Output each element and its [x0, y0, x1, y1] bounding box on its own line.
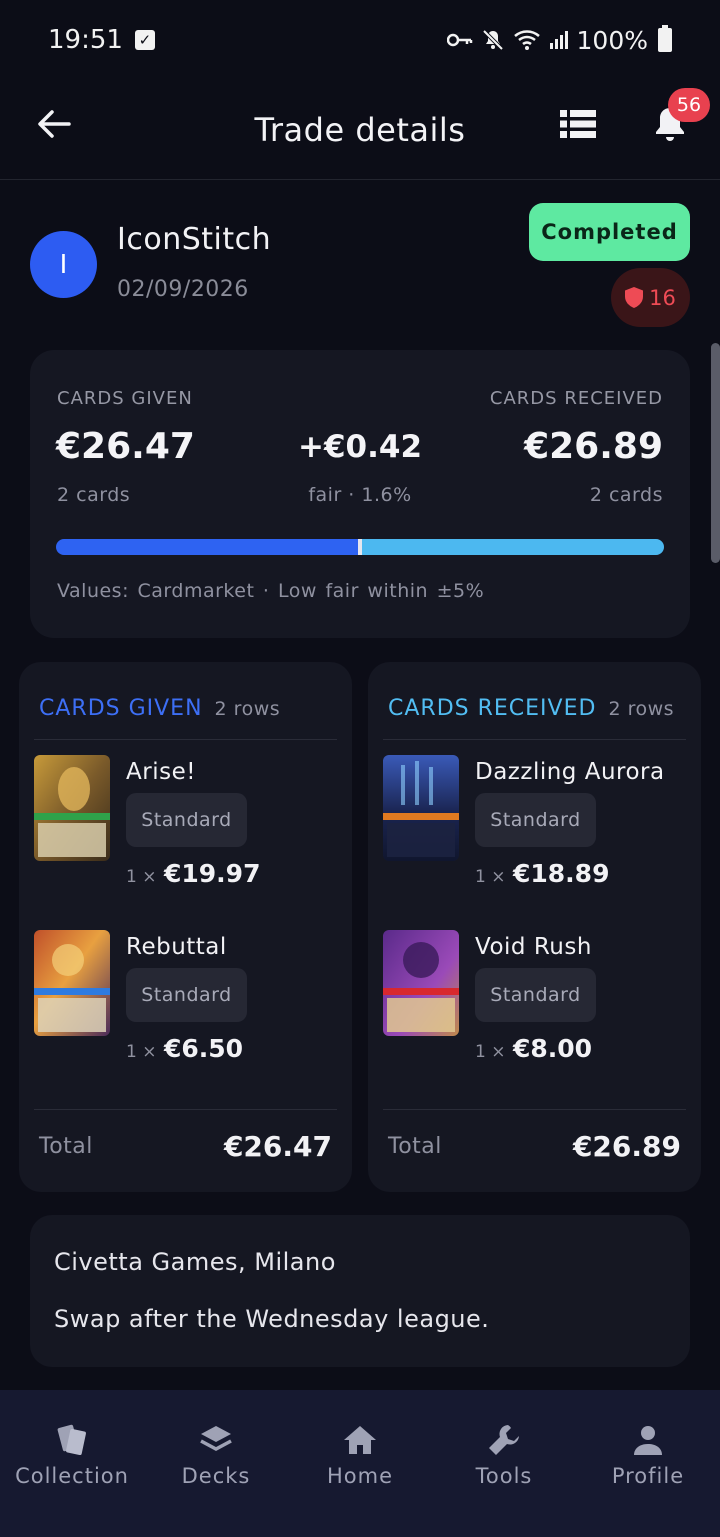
trade-location: Civetta Games, Milano: [54, 1248, 336, 1276]
quantity: 1 ×: [126, 1042, 157, 1062]
nav-label: Tools: [475, 1464, 533, 1488]
divider: [383, 1109, 686, 1110]
reputation-badge[interactable]: 16: [611, 268, 690, 327]
nav-home[interactable]: Home: [288, 1420, 432, 1500]
card-price: €19.97: [164, 859, 261, 888]
nav-label: Decks: [181, 1464, 251, 1488]
given-label: CARDS GIVEN: [57, 388, 193, 409]
status-badge: Completed: [529, 203, 690, 261]
list-item[interactable]: Rebuttal Standard 1 × €6.50: [34, 930, 344, 1080]
wifi-icon: [513, 30, 540, 50]
variant-chip: Standard: [126, 793, 247, 847]
list-view-button[interactable]: [556, 102, 600, 146]
nav-label: Home: [326, 1464, 393, 1488]
received-label: CARDS RECEIVED: [489, 388, 663, 409]
trade-notes: Civetta Games, Milano Swap after the Wed…: [30, 1215, 690, 1367]
variant-chip: Standard: [126, 968, 247, 1022]
mute-icon: [482, 29, 503, 51]
card-thumbnail[interactable]: [383, 930, 459, 1036]
scrollbar[interactable]: [711, 343, 720, 563]
divider: [34, 739, 337, 740]
row-count: 2 rows: [214, 698, 281, 720]
list-icon: [560, 110, 596, 138]
received-share-bar: [361, 539, 664, 555]
status-time: 19:51: [48, 25, 123, 55]
card-name: Rebuttal: [126, 934, 227, 960]
card-price: €18.89: [513, 859, 610, 888]
panel-title: CARDS GIVEN: [39, 696, 203, 721]
card-thumbnail[interactable]: [34, 930, 110, 1036]
total-label: Total: [39, 1134, 93, 1159]
card-name: Dazzling Aurora: [475, 759, 665, 785]
key-icon: [446, 33, 472, 47]
divider: [34, 1109, 337, 1110]
cards-given-panel: CARDS GIVEN 2 rows Arise! Standard 1 × €…: [19, 662, 352, 1192]
nav-collection[interactable]: Collection: [0, 1420, 144, 1500]
values-source: Values: Cardmarket · Low fair within ±5%: [57, 580, 485, 602]
trade-date: 02/09/2026: [117, 277, 249, 302]
quantity: 1 ×: [126, 867, 157, 887]
trade-summary: CARDS GIVEN CARDS RECEIVED €26.47 +€0.42…: [30, 350, 690, 638]
row-count: 2 rows: [608, 698, 675, 720]
total-value: €26.47: [223, 1130, 332, 1163]
person-icon: [631, 1420, 665, 1460]
status-bar: 19:51 ✓ 100%: [0, 0, 720, 80]
check-icon: ✓: [134, 30, 155, 50]
card-price: €8.00: [513, 1034, 593, 1063]
quantity: 1 ×: [475, 1042, 506, 1062]
page-title: Trade details: [254, 110, 466, 149]
arrow-left-icon: [38, 110, 71, 138]
back-button[interactable]: [32, 102, 76, 146]
given-share-bar: [56, 539, 358, 555]
card-thumbnail[interactable]: [383, 755, 459, 861]
nav-label: Profile: [611, 1464, 685, 1488]
divider: [383, 739, 686, 740]
cards-received-panel: CARDS RECEIVED 2 rows Dazzling Aurora St…: [368, 662, 701, 1192]
panel-title: CARDS RECEIVED: [388, 696, 597, 721]
list-item[interactable]: Void Rush Standard 1 × €8.00: [383, 930, 693, 1080]
notification-badge: 56: [668, 88, 710, 122]
trade-note: Swap after the Wednesday league.: [54, 1305, 490, 1333]
balance-bar: [56, 539, 664, 555]
quantity: 1 ×: [475, 867, 506, 887]
wrench-icon: [486, 1420, 522, 1460]
reputation-value: 16: [649, 285, 676, 310]
bottom-navigation: Collection Decks Home Tools Profile: [0, 1390, 720, 1537]
app-bar: Trade details: [0, 80, 720, 180]
total-value: €26.89: [572, 1130, 681, 1163]
list-item[interactable]: Dazzling Aurora Standard 1 × €18.89: [383, 755, 693, 905]
received-count: 2 cards: [589, 484, 663, 506]
received-value: €26.89: [524, 426, 663, 467]
partner-name[interactable]: IconStitch: [117, 222, 271, 257]
variant-chip: Standard: [475, 968, 596, 1022]
home-icon: [342, 1420, 378, 1460]
avatar[interactable]: I: [30, 231, 97, 298]
nav-profile[interactable]: Profile: [576, 1420, 720, 1500]
card-name: Arise!: [126, 759, 196, 785]
cards-icon: [54, 1420, 90, 1460]
card-thumbnail[interactable]: [34, 755, 110, 861]
card-name: Void Rush: [475, 934, 592, 960]
nav-tools[interactable]: Tools: [432, 1420, 576, 1500]
card-price: €6.50: [164, 1034, 244, 1063]
nav-label: Collection: [15, 1464, 129, 1488]
battery-percent: 100%: [576, 25, 648, 55]
battery-icon: [658, 25, 672, 52]
variant-chip: Standard: [475, 793, 596, 847]
layers-icon: [198, 1420, 234, 1460]
total-label: Total: [388, 1134, 442, 1159]
signal-icon: [549, 31, 568, 49]
nav-decks[interactable]: Decks: [144, 1420, 288, 1500]
list-item[interactable]: Arise! Standard 1 × €19.97: [34, 755, 344, 905]
shield-icon: [625, 287, 644, 308]
